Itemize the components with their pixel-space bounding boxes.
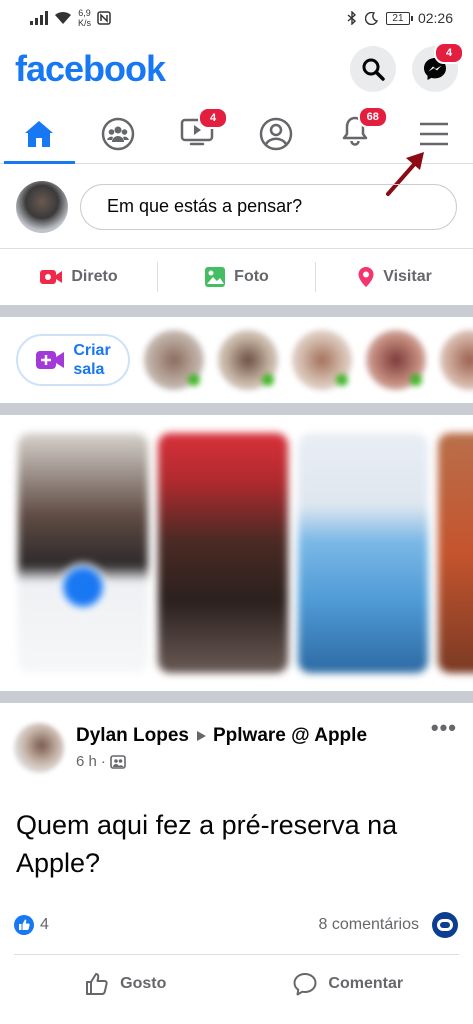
comment-label: Comentar	[328, 974, 404, 992]
comment-button[interactable]: Comentar	[237, 971, 460, 997]
live-video-icon	[40, 270, 63, 284]
create-story-card[interactable]	[18, 433, 148, 673]
story-card[interactable]	[298, 433, 428, 673]
facebook-feed-screen: 6,9 K/s 21 02:26 facebook 4 4 68 Em que …	[0, 0, 473, 1024]
stories-row	[0, 415, 473, 691]
like-reaction-icon	[14, 915, 34, 935]
rooms-row: Criar sala	[0, 317, 473, 403]
like-label: Gosto	[120, 974, 167, 992]
messenger-button[interactable]: 4	[412, 42, 464, 92]
clock: 02:26	[417, 10, 453, 26]
app-header: facebook 4	[0, 38, 473, 100]
section-divider	[0, 691, 473, 703]
checkin-button[interactable]: Visitar	[315, 262, 473, 292]
live-button[interactable]: Direto	[0, 262, 157, 292]
tab-watch[interactable]: 4	[158, 104, 237, 163]
active-friend-avatar[interactable]	[440, 330, 473, 390]
post-actions: Gosto Comentar	[14, 954, 459, 1012]
story-card[interactable]	[158, 433, 288, 673]
author-avatar[interactable]	[14, 723, 64, 773]
composer-actions: Direto Foto Visitar	[0, 249, 473, 305]
photo-label: Foto	[234, 268, 269, 285]
composer-input[interactable]: Em que estás a pensar?	[80, 183, 457, 230]
section-divider	[0, 305, 473, 317]
post-group[interactable]: Pplware @ Apple	[213, 725, 367, 747]
tab-home[interactable]	[0, 104, 79, 164]
location-pin-icon	[358, 267, 374, 287]
groups-icon	[101, 117, 135, 150]
active-friend-avatar[interactable]	[218, 330, 278, 390]
tab-notifications[interactable]: 68	[315, 104, 394, 163]
comment-icon	[293, 972, 317, 995]
active-friend-avatar[interactable]	[292, 330, 352, 390]
network-speed: 6,9 K/s	[78, 8, 92, 28]
watch-badge: 4	[198, 107, 229, 129]
post-time[interactable]: 6 h	[76, 753, 97, 770]
story-card[interactable]	[438, 433, 473, 673]
signal-icon	[30, 11, 48, 25]
status-bar: 6,9 K/s 21 02:26	[0, 0, 473, 36]
post-stats: 4 8 comentários	[14, 908, 459, 942]
triangle-right-icon	[196, 731, 206, 741]
like-button[interactable]: Gosto	[14, 971, 237, 997]
thumbs-up-icon	[86, 972, 108, 995]
tab-profile[interactable]	[236, 104, 315, 163]
messenger-badge: 4	[434, 42, 464, 64]
wifi-icon	[55, 11, 71, 24]
user-avatar[interactable]	[16, 180, 68, 233]
active-friend-avatar[interactable]	[144, 330, 204, 390]
profile-icon	[259, 117, 293, 150]
commenter-avatar-icon	[432, 912, 458, 938]
photo-icon	[205, 267, 226, 287]
post-composer: Em que estás a pensar?	[0, 165, 473, 249]
create-room-button[interactable]: Criar sala	[16, 334, 130, 386]
live-label: Direto	[71, 268, 118, 285]
search-icon	[362, 58, 385, 81]
add-story-icon	[59, 563, 107, 611]
group-privacy-icon	[110, 754, 126, 769]
section-divider	[0, 403, 473, 415]
battery-indicator: 21	[385, 11, 413, 25]
post-text: Quem aqui fez a pré-reserva na Apple?	[16, 810, 398, 878]
checkin-label: Visitar	[383, 268, 432, 285]
video-plus-icon	[36, 351, 65, 369]
active-friend-avatar[interactable]	[366, 330, 426, 390]
facebook-logo: facebook	[15, 48, 166, 89]
photo-button[interactable]: Foto	[157, 262, 315, 292]
notifications-badge: 68	[357, 106, 388, 128]
like-count: 4	[40, 916, 49, 933]
post-header: Dylan Lopes Pplware @ Apple 6 h · •••	[0, 703, 473, 783]
tab-groups[interactable]	[79, 104, 158, 163]
search-button[interactable]	[350, 46, 396, 92]
home-icon	[25, 120, 54, 147]
nfc-icon	[97, 11, 111, 25]
moon-icon	[364, 11, 378, 25]
bluetooth-icon	[347, 11, 356, 25]
more-options-icon[interactable]: •••	[431, 715, 457, 741]
menu-icon	[419, 122, 448, 145]
comment-count[interactable]: 8 comentários	[319, 916, 420, 934]
post-author[interactable]: Dylan Lopes	[76, 725, 189, 747]
